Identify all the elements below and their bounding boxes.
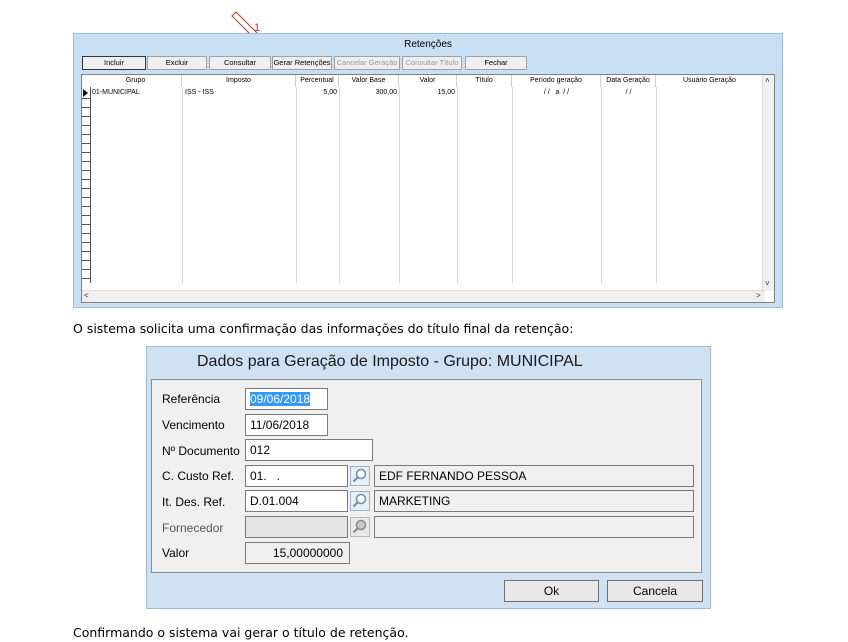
fornecedor-description	[374, 516, 694, 538]
gerar-retencoes-button[interactable]: Gerar Retenções	[272, 56, 332, 70]
scroll-up-icon[interactable]: ˄	[765, 76, 770, 86]
itdes-search-icon[interactable]	[350, 491, 370, 511]
incluir-button[interactable]: Incluir	[82, 56, 146, 70]
column-header-data-geracao[interactable]: Data Geração	[601, 75, 656, 87]
paragraph-intro: O sistema solicita uma confirmação das i…	[73, 321, 574, 336]
column-header-grupo[interactable]: Grupo	[90, 75, 182, 87]
itdes-description: MARKETING	[374, 490, 694, 512]
cell-usuario-geracao	[658, 88, 762, 98]
custo-search-icon[interactable]	[350, 466, 370, 486]
consultar-button[interactable]: Consultar	[209, 56, 271, 70]
dados-geracao-dialog: Dados para Geração de Imposto - Grupo: M…	[146, 346, 711, 609]
valor-label: Valor	[162, 546, 190, 560]
fechar-button[interactable]: Fechar	[465, 56, 527, 70]
valor-field: 15,00000000	[245, 542, 350, 564]
column-header-titulo[interactable]: Título	[457, 75, 512, 87]
cell-imposto: ISS - ISS	[185, 89, 214, 96]
referencia-label: Referência	[162, 392, 221, 406]
paragraph-conclusion: Confirmando o sistema vai gerar o título…	[73, 625, 409, 640]
custo-code-field[interactable]: 01. .	[245, 465, 348, 487]
custo-label: C. Custo Ref.	[162, 469, 235, 483]
vencimento-label: Vencimento	[162, 418, 225, 432]
fornecedor-label: Fornecedor	[162, 521, 224, 535]
itdes-label: It. Des. Ref.	[162, 495, 226, 509]
scroll-left-icon[interactable]: <	[84, 291, 89, 301]
ok-button[interactable]: Ok	[504, 580, 599, 602]
retencoes-grid[interactable]: Grupo Imposto Percentual Valor Base Valo…	[81, 74, 775, 303]
column-header-imposto[interactable]: Imposto	[182, 75, 296, 87]
column-header-percentual[interactable]: Percentual	[296, 75, 339, 87]
column-header-usuario-geracao[interactable]: Usuário Geração	[656, 75, 764, 87]
column-header-periodo-geracao[interactable]: Período geração	[512, 75, 601, 87]
custo-description: EDF FERNANDO PESSOA	[374, 465, 694, 487]
cell-data-geracao: / /	[625, 89, 632, 96]
consultar-titulo-button[interactable]: Consultar Título	[402, 56, 462, 70]
window-title: Retenções	[404, 39, 452, 50]
vencimento-field[interactable]: 11/06/2018	[245, 414, 328, 436]
dialog-title: Dados para Geração de Imposto - Grupo: M…	[197, 353, 583, 370]
cell-valor-base: 300,00	[375, 89, 397, 96]
cell-percentual: 5,00	[323, 89, 337, 96]
cell-valor: 15,00	[437, 89, 455, 96]
documento-label: Nº Documento	[162, 444, 240, 458]
scroll-right-icon[interactable]: >	[756, 291, 761, 301]
excluir-button[interactable]: Excluir	[147, 56, 207, 70]
column-header-valor[interactable]: Valor	[399, 75, 457, 87]
cell-periodo-geracao: / / a / /	[543, 89, 570, 96]
retencoes-window: Retenções Incluir Excluir Consultar Gera…	[73, 33, 783, 308]
cell-grupo: 01-MUNICIPAL	[92, 89, 140, 96]
row-indicator-icon	[83, 89, 88, 97]
cancela-button[interactable]: Cancela	[607, 580, 703, 602]
cell-titulo	[459, 88, 511, 98]
itdes-code-field[interactable]: D.01.004	[245, 490, 348, 512]
scroll-down-icon[interactable]: ˅	[765, 279, 770, 289]
fornecedor-code-field	[245, 516, 348, 538]
horizontal-scrollbar[interactable]: < >	[82, 290, 765, 302]
referencia-field[interactable]: 09/06/2018	[245, 388, 328, 410]
documento-field[interactable]: 012	[245, 439, 373, 461]
vertical-scrollbar[interactable]: ˄ ˅	[762, 75, 774, 291]
form-panel: Referência 09/06/2018 Vencimento 11/06/2…	[151, 379, 702, 573]
fornecedor-search-icon	[350, 517, 370, 537]
column-header-valor-base[interactable]: Valor Base	[339, 75, 399, 87]
cancelar-geracao-button[interactable]: Cancelar Geração	[334, 56, 400, 70]
